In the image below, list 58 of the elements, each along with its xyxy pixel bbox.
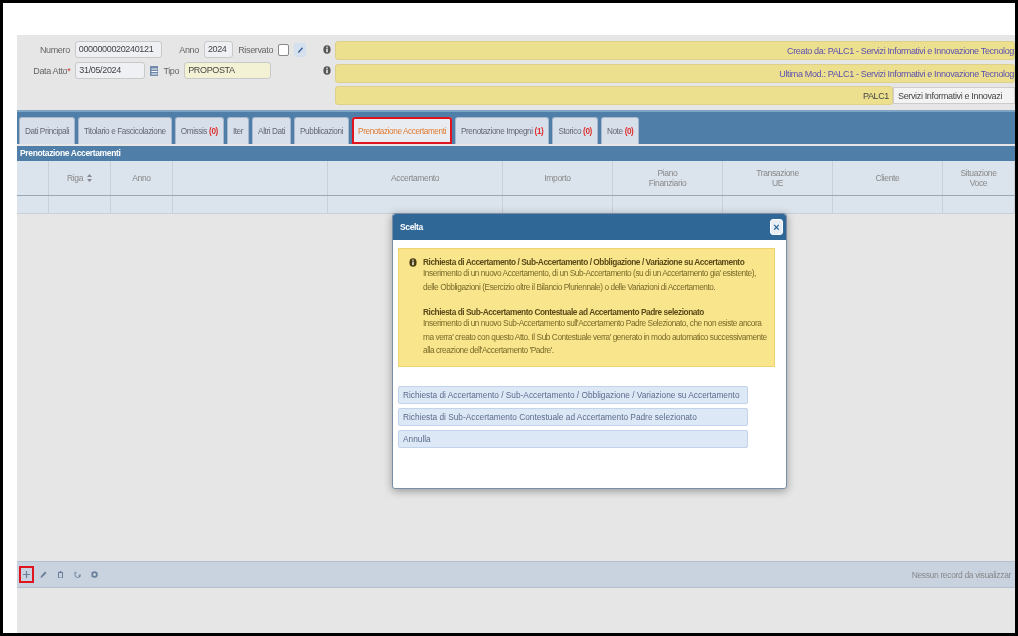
info-heading: Richiesta di Sub-Accertamento Contestuale ad Accertamento Padre selezionato (423, 307, 705, 317)
column-header[interactable]: Importo (503, 161, 613, 195)
tab[interactable]: Omissis (0) (174, 117, 224, 144)
field-label: Numero (38, 44, 70, 55)
option-button[interactable]: Annulla (398, 429, 748, 448)
edit-button[interactable] (293, 42, 307, 57)
tab[interactable]: Titolario e Fascicolazione (78, 117, 172, 144)
anno-field[interactable]: 2024 (203, 41, 234, 58)
column-header[interactable]: Piano Finanziario (613, 161, 723, 195)
info-heading: Richiesta di Accertamento / Sub-Accertamento / Obbligazione / Variazione su Accertamento (423, 257, 746, 267)
numero-field[interactable]: 0000000020240121 (74, 41, 163, 58)
column-header[interactable]: Situazione Voce (943, 161, 1015, 195)
tab[interactable]: Pubblicazioni (294, 117, 350, 144)
info-icon (323, 66, 332, 75)
info-text: Inserimento di un nuovo Sub-Accertamento sull'Accertamento Padre Selezionato, che non esiste ancora ma verra' creato con questo Atto. Il Sub Contestuale verra' generato in modo automatico successivamente alla creazione dell'Accertamento 'Padre'. (423, 317, 768, 357)
tab[interactable]: Storico (0) (552, 117, 598, 144)
option-button[interactable]: Richiesta di Accertamento / Sub-Accertamento / Obbligazione / Variazione su Accertamento (398, 385, 748, 404)
field-label: Anno (179, 44, 199, 55)
dialog-title: Scelta (400, 222, 423, 232)
add-icon (23, 571, 30, 578)
checkbox[interactable] (278, 43, 289, 56)
pencil-icon (40, 571, 47, 578)
calendar-icon[interactable] (149, 65, 159, 76)
add-button[interactable] (21, 568, 32, 581)
trash-icon (57, 571, 64, 578)
column-header[interactable]: Transazione UE (723, 161, 833, 195)
info-text: Creato da: PALC1 - Servizi Informativi e Innovazione Tecnolog (787, 45, 1014, 56)
close-button[interactable]: × (770, 219, 783, 235)
column-header[interactable]: Riga (49, 161, 111, 195)
sort-icon[interactable] (87, 174, 93, 182)
settings-button[interactable] (89, 568, 100, 581)
field-label: Data Atto* (32, 65, 71, 76)
office-code: PALC1 (862, 90, 890, 101)
pencil-icon (296, 45, 304, 54)
field-label: Riservato (238, 44, 274, 55)
delete-button[interactable] (55, 568, 66, 581)
tab[interactable]: Prenotazione Impegni (1) (454, 117, 550, 144)
tab[interactable]: Prenotazione Accertamenti (352, 117, 452, 144)
info-text: Inserimento di un nuovo Accertamento, di un Sub-Accertamento (su di un Accertamento gia' esistente), delle Obbligazioni (Esercizio oltre il Bilancio Pluriennale) o delle Variazioni di Accertamento. (423, 267, 757, 294)
tab[interactable]: Note (0) (600, 117, 640, 144)
option-button[interactable]: Richiesta di Sub-Accertamento Contestuale ad Accertamento Padre selezionato (398, 407, 748, 426)
date-field[interactable]: 31/05/2024 (75, 62, 145, 79)
refresh-icon (74, 571, 81, 578)
info-icon (409, 258, 417, 267)
tab[interactable]: Dati Principali (19, 117, 76, 144)
info-text: Ultima Mod.: PALC1 - Servizi Informativi e Innovazione Tecnolog (779, 68, 1014, 79)
tab[interactable]: Altri Dati (252, 117, 292, 144)
info-icon (323, 45, 332, 54)
status-text: Nessun record da visualizzar (911, 569, 1011, 580)
tab[interactable]: Iter (226, 117, 250, 144)
settings-icon (91, 571, 98, 578)
panel-title: Prenotazione Accertamenti (17, 144, 1015, 161)
tipo-field[interactable]: PROPOSTA (184, 62, 272, 79)
office-select[interactable]: Servizi Informativi e Innovazi (893, 87, 1015, 104)
column-header[interactable]: Anno (111, 161, 173, 195)
field-label: Tipo (163, 65, 180, 76)
column-header[interactable]: Accertamento (328, 161, 503, 195)
column-header[interactable]: Cliente (833, 161, 943, 195)
